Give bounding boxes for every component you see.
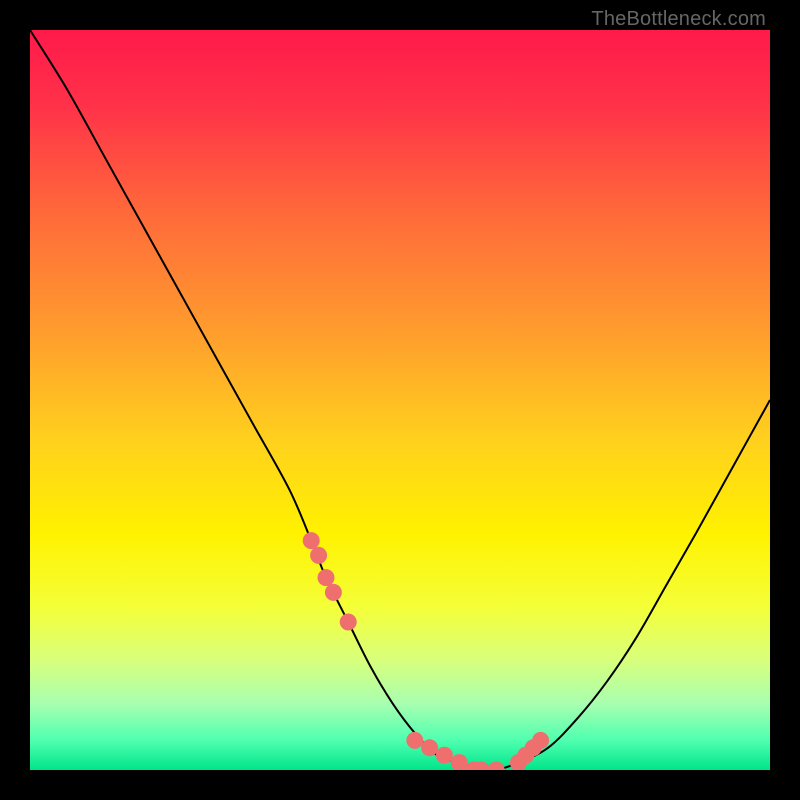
chart-container: TheBottleneck.com <box>0 0 800 800</box>
curve-layer <box>30 30 770 770</box>
highlight-dot <box>310 547 327 564</box>
highlight-dot <box>451 754 468 770</box>
watermark-text: TheBottleneck.com <box>591 8 766 31</box>
highlight-dot <box>406 732 423 749</box>
plot-area <box>30 30 770 770</box>
highlight-dot <box>318 569 335 586</box>
bottleneck-curve <box>30 30 770 770</box>
highlight-dot <box>436 747 453 764</box>
highlight-dots <box>303 532 549 770</box>
highlight-dot <box>325 584 342 601</box>
highlight-dot <box>421 739 438 756</box>
highlight-dot <box>303 532 320 549</box>
highlight-dot <box>532 732 549 749</box>
highlight-dot <box>488 762 505 771</box>
highlight-dot <box>340 614 357 631</box>
